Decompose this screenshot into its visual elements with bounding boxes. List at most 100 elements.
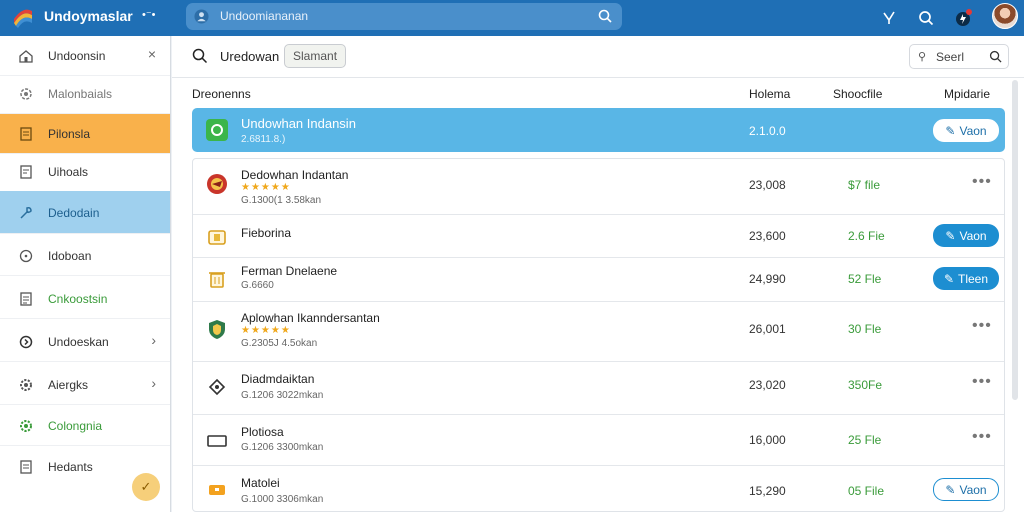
column-header-shoocfile[interactable]: Shoocfile	[833, 87, 882, 101]
gear-icon	[20, 379, 32, 391]
row-subtitle: G.6660	[241, 280, 274, 291]
row-name: Undowhan Indansin	[241, 116, 356, 131]
table-row[interactable]: Diadmdaiktan G.1206 3022mkan 23,020 350F…	[192, 362, 1005, 414]
row-name: Diadmdaiktan	[241, 372, 315, 386]
row-size: 25 Fle	[848, 433, 882, 447]
button-label: Vaon	[959, 123, 987, 138]
view-button[interactable]: ✎ Vaon	[933, 224, 999, 247]
search-icon[interactable]	[989, 50, 1002, 63]
row-size: 350Fe	[848, 378, 883, 392]
house-icon	[19, 50, 33, 63]
user-avatar[interactable]	[992, 3, 1018, 29]
app-logo-icon	[14, 9, 32, 28]
row-divider	[193, 214, 1004, 215]
sidebar-item-colongnia[interactable]: Colongnia	[0, 406, 170, 446]
app-title: Undoymaslar	[44, 8, 133, 24]
row-subtitle: G.1206 3022mkan	[241, 390, 324, 401]
chevron-right-icon[interactable]: ›	[151, 332, 156, 348]
sidebar-item-undoeskan[interactable]: Undoeskan ›	[0, 322, 170, 362]
close-x-icon[interactable]	[879, 8, 899, 28]
row-name: Dedowhan Indantan	[241, 168, 349, 182]
table-row[interactable]: Plotiosa G.1206 3300mkan 16,000 25 Fle •…	[192, 416, 1005, 464]
sidebar-item-aiergks[interactable]: Aiergks ›	[0, 365, 170, 405]
column-header-holema[interactable]: Holema	[749, 87, 790, 101]
more-options-icon[interactable]: •••	[972, 317, 992, 335]
sidebar-item-home[interactable]: Undoonsin ×	[0, 36, 170, 76]
table-row[interactable]: Matolei G.1000 3306mkan 15,290 05 File ✎…	[192, 466, 1005, 512]
sidebar-item-label: Cnkoostsin	[48, 292, 108, 306]
list-icon	[20, 292, 32, 306]
sidebar: Undoonsin × Malonbaials Pilonsla Uihoals…	[0, 36, 171, 512]
row-value: 23,020	[749, 378, 786, 392]
notification-icon[interactable]	[954, 8, 974, 28]
sidebar-item-pilonsla[interactable]: Pilonsla	[0, 114, 170, 154]
view-button[interactable]: ✎ Vaon	[933, 119, 999, 142]
row-name: Fieborina	[241, 226, 292, 240]
view-button[interactable]: ✎ Vaon	[933, 478, 999, 501]
more-options-icon[interactable]: •••	[972, 373, 992, 391]
table-row[interactable]: Ferman Dnelaene G.6660 24,990 52 Fle ✎ Tl…	[192, 258, 1005, 300]
title-dots-icon[interactable]: •⁻•	[142, 8, 156, 21]
sidebar-item-idoboan[interactable]: Idoboan	[0, 236, 170, 276]
table-row-selected[interactable]: Undowhan Indansin 2.6811.8.) 2.1.0.0 ✎ Va…	[192, 108, 1005, 152]
gear-icon	[20, 420, 32, 432]
row-subtitle: G.2305J 4.5okan	[241, 338, 318, 349]
sidebar-item-label: Idoboan	[48, 249, 92, 263]
sidebar-item-label: Colongnia	[48, 419, 103, 433]
table-row[interactable]: Aplowhan Ikanndersantan ★★★★★ G.2305J 4.…	[192, 302, 1005, 360]
row-value: 24,990	[749, 272, 786, 286]
sidebar-item-materials[interactable]: Malonbaials	[0, 74, 170, 114]
filter-chip[interactable]: Slamant	[284, 44, 347, 68]
global-search-input[interactable]: Undoomiananan	[220, 9, 308, 23]
more-options-icon[interactable]: •••	[972, 428, 992, 446]
scrollbar[interactable]	[1012, 80, 1018, 400]
column-header-name[interactable]: Dreonenns	[192, 87, 251, 101]
button-label: Tleen	[958, 271, 989, 286]
table-search-input[interactable]: Seerl	[936, 50, 964, 64]
tool-icon	[20, 207, 32, 219]
sidebar-item-label: Dedodain	[48, 206, 100, 220]
column-header-mpidarie[interactable]: Mpidarie	[944, 87, 990, 101]
row-size: $7 file	[848, 178, 881, 192]
row-size: 2.6 Fie	[848, 229, 885, 243]
rating-stars: ★★★★★	[241, 182, 291, 193]
table-row[interactable]: Fieborina 23,600 2.6 Fie ✎ Vaon	[192, 216, 1005, 256]
sidebar-item-label: Uihoals	[48, 165, 89, 179]
shield-icon	[209, 320, 225, 339]
sidebar-item-label: Undoeskan	[48, 335, 109, 349]
document-icon	[20, 127, 32, 141]
sidebar-item-uihoals[interactable]: Uihoals	[0, 152, 170, 192]
row-name: Plotiosa	[241, 425, 284, 439]
table-row[interactable]: Dedowhan Indantan ★★★★★ G.1300(1 3.58kan…	[192, 160, 1005, 212]
close-icon[interactable]: ×	[148, 46, 156, 62]
global-search-bar[interactable]: Undoomiananan	[186, 3, 622, 30]
quick-action-button[interactable]: ✓	[132, 473, 160, 501]
sidebar-item-label: Hedants	[48, 460, 93, 474]
chevron-right-icon[interactable]: ›	[151, 375, 156, 391]
row-value: 15,290	[749, 484, 786, 498]
clipboard-icon	[20, 460, 32, 474]
search-icon[interactable]	[192, 48, 208, 64]
sidebar-item-cnkoostsin[interactable]: Cnkoostsin	[0, 279, 170, 319]
circle-arrow-icon	[19, 335, 33, 349]
diamond-icon	[208, 378, 226, 396]
emblem-icon	[207, 174, 227, 194]
row-divider	[193, 414, 1004, 415]
row-value: 2.1.0.0	[749, 124, 786, 138]
more-options-icon[interactable]: •••	[972, 173, 992, 191]
row-value: 26,001	[749, 322, 786, 336]
search-icon[interactable]	[598, 9, 612, 23]
row-name: Matolei	[241, 476, 280, 490]
view-button[interactable]: ✎ Tleen	[933, 267, 999, 290]
table-search-box[interactable]: ⚲ Seerl	[909, 44, 1009, 69]
row-size: 05 File	[848, 484, 885, 498]
toolbar: Uredowan Slamant ⚲ Seerl	[172, 36, 1024, 78]
search-icon[interactable]	[916, 8, 936, 28]
card-icon	[207, 435, 227, 447]
row-subtitle: G.1206 3300mkan	[241, 442, 324, 453]
edit-icon: ✎	[945, 228, 956, 243]
trash-icon	[209, 272, 225, 288]
sidebar-item-dedodain[interactable]: Dedodain	[0, 191, 170, 234]
top-bar: Undoymaslar •⁻• Undoomiananan	[0, 0, 1024, 36]
clock-icon	[19, 249, 33, 263]
